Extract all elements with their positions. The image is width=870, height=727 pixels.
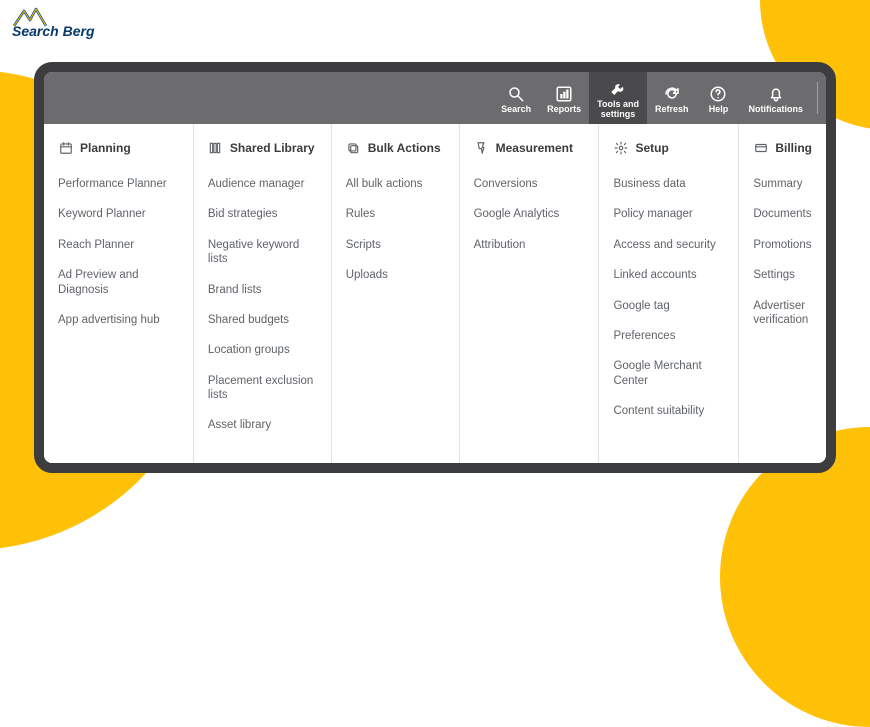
menu-item[interactable]: Google tag: [613, 291, 724, 321]
toolbar: Search Reports Tools and settings Refresh He…: [44, 72, 826, 124]
menu-column-shared-library: Shared Library Audience managerBid strate…: [194, 124, 332, 463]
refresh-icon: [663, 84, 681, 104]
measurement-icon: [474, 140, 489, 155]
column-title: Planning: [80, 141, 131, 155]
bell-icon: [767, 84, 785, 104]
menu-item[interactable]: Conversions: [474, 169, 585, 199]
menu-item[interactable]: Performance Planner: [58, 169, 179, 199]
toolbar-label: Notifications: [748, 105, 803, 115]
column-title: Setup: [635, 141, 668, 155]
column-title: Billing: [775, 141, 812, 155]
toolbar-refresh[interactable]: Refresh: [647, 72, 697, 124]
menu-item[interactable]: Promotions: [753, 230, 812, 260]
menu-item[interactable]: Summary: [753, 169, 812, 199]
menu-item[interactable]: App advertising hub: [58, 305, 179, 335]
menu-item[interactable]: Documents: [753, 199, 812, 229]
column-header: Shared Library: [208, 140, 317, 155]
menu-item[interactable]: Bid strategies: [208, 199, 317, 229]
menu-item[interactable]: Placement exclusion lists: [208, 366, 317, 411]
menu-item[interactable]: Shared budgets: [208, 305, 317, 335]
menu-item[interactable]: Brand lists: [208, 275, 317, 305]
menu-item[interactable]: Content suitability: [613, 396, 724, 426]
toolbar-label: Refresh: [655, 105, 689, 115]
toolbar-search[interactable]: Search: [493, 72, 539, 124]
column-header: Setup: [613, 140, 724, 155]
bulk-icon: [346, 140, 361, 155]
menu-item[interactable]: Scripts: [346, 230, 445, 260]
menu-column-planning: Planning Performance PlannerKeyword Plann…: [44, 124, 194, 463]
toolbar-label: Tools and settings: [597, 100, 639, 120]
menu-item[interactable]: Access and security: [613, 230, 724, 260]
reports-icon: [555, 84, 573, 104]
help-icon: [709, 84, 727, 104]
toolbar-reports[interactable]: Reports: [539, 72, 589, 124]
column-title: Bulk Actions: [368, 141, 441, 155]
column-header: Bulk Actions: [346, 140, 445, 155]
menu-item[interactable]: Attribution: [474, 230, 585, 260]
menu-item[interactable]: Negative keyword lists: [208, 230, 317, 275]
toolbar-tools[interactable]: Tools and settings: [589, 72, 647, 124]
menu-item[interactable]: All bulk actions: [346, 169, 445, 199]
toolbar-label: Help: [709, 105, 729, 115]
menu-item[interactable]: Business data: [613, 169, 724, 199]
menu-item[interactable]: Audience manager: [208, 169, 317, 199]
toolbar-help[interactable]: Help: [696, 72, 740, 124]
menu-column-billing: Billing SummaryDocumentsPromotionsSetting…: [739, 124, 826, 463]
wrench-icon: [609, 79, 627, 99]
menu-item[interactable]: Ad Preview and Diagnosis: [58, 260, 179, 305]
menu-item[interactable]: Uploads: [346, 260, 445, 290]
app-window: Search Reports Tools and settings Refresh He…: [34, 62, 836, 473]
menu-item[interactable]: Advertiser verification: [753, 291, 812, 336]
menu-column-measurement: Measurement ConversionsGoogle AnalyticsAt…: [460, 124, 600, 463]
menu-item[interactable]: Settings: [753, 260, 812, 290]
tools-settings-menu: Planning Performance PlannerKeyword Plann…: [44, 124, 826, 463]
menu-item[interactable]: Preferences: [613, 321, 724, 351]
toolbar-notif[interactable]: Notifications: [740, 72, 811, 124]
menu-item[interactable]: Policy manager: [613, 199, 724, 229]
menu-item[interactable]: Reach Planner: [58, 230, 179, 260]
menu-item[interactable]: Google Merchant Center: [613, 351, 724, 396]
toolbar-label: Search: [501, 105, 531, 115]
search-icon: [507, 84, 525, 104]
searchberg-logo: Search Berg: [12, 6, 95, 38]
column-title: Measurement: [496, 141, 573, 155]
toolbar-label: Reports: [547, 105, 581, 115]
column-title: Shared Library: [230, 141, 315, 155]
billing-icon: [753, 140, 768, 155]
menu-column-setup: Setup Business dataPolicy managerAccess a…: [599, 124, 739, 463]
menu-item[interactable]: Google Analytics: [474, 199, 585, 229]
column-header: Measurement: [474, 140, 585, 155]
menu-item[interactable]: Linked accounts: [613, 260, 724, 290]
menu-column-bulk-actions: Bulk Actions All bulk actionsRulesScripts…: [332, 124, 460, 463]
toolbar-separator: [817, 82, 818, 114]
setup-icon: [613, 140, 628, 155]
library-icon: [208, 140, 223, 155]
menu-item[interactable]: Asset library: [208, 410, 317, 440]
calendar-icon: [58, 140, 73, 155]
column-header: Planning: [58, 140, 179, 155]
menu-item[interactable]: Rules: [346, 199, 445, 229]
column-header: Billing: [753, 140, 812, 155]
menu-item[interactable]: Location groups: [208, 335, 317, 365]
menu-item[interactable]: Keyword Planner: [58, 199, 179, 229]
